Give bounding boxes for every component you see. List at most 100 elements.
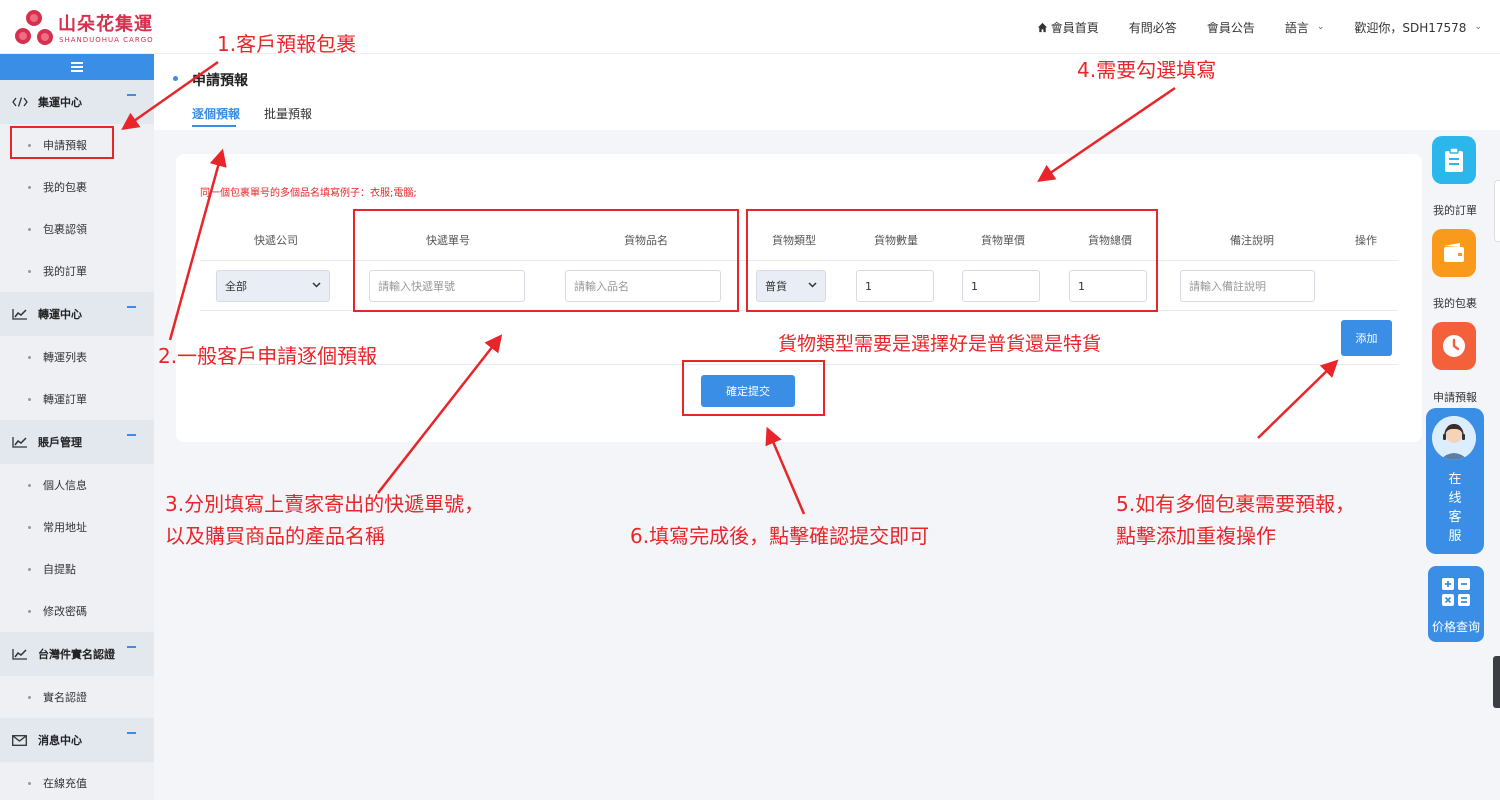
brand-logo[interactable]: 山朵花集運 SHANDUOHUA CARGO xyxy=(12,6,162,50)
form-hint: 同一個包裹單号的多個品名填寫例子：衣服;電腦; xyxy=(200,188,417,199)
header-courier: 快遞公司 xyxy=(254,234,298,247)
sidebar-item-label: 轉運列表 xyxy=(43,351,87,364)
nav-announcements[interactable]: 會員公告 xyxy=(1207,19,1255,36)
courier-select-value: 全部 xyxy=(225,280,247,293)
sidebar-section-taiwan-id[interactable]: 台灣件實名認證 xyxy=(0,632,154,676)
online-service-label: 在 线 客 服 xyxy=(1426,470,1484,546)
side-drawer-tab[interactable] xyxy=(1494,180,1500,242)
sidebar-item-label: 自提點 xyxy=(43,563,76,576)
float-my-orders-label: 我的訂單 xyxy=(1433,204,1477,217)
sidebar-item-transfer-orders[interactable]: 轉運訂單 xyxy=(0,378,154,420)
service-char: 在 xyxy=(1448,472,1462,487)
mail-icon xyxy=(12,734,30,746)
side-widget-handle[interactable] xyxy=(1493,656,1500,708)
sidebar: 集運中心 申請預報 我的包裹 包裹認領 我的訂單 轉運中心 轉運列表 轉運訂單 … xyxy=(0,54,154,800)
collapse-icon[interactable] xyxy=(127,646,136,648)
sidebar-item-transfer-list[interactable]: 轉運列表 xyxy=(0,336,154,378)
tab-single-forecast[interactable]: 逐個預報 xyxy=(192,105,240,127)
add-row-button[interactable]: 添加 xyxy=(1341,320,1392,356)
bullet-icon xyxy=(28,355,31,359)
bullet-icon xyxy=(28,567,31,571)
sidebar-section-consolidation[interactable]: 集運中心 xyxy=(0,80,154,124)
annotation-box xyxy=(10,126,114,159)
nav-language[interactable]: 語言 ⌄ xyxy=(1285,19,1325,36)
brand-name-en: SHANDUOHUA CARGO xyxy=(59,36,154,44)
bullet-icon xyxy=(28,695,31,699)
annotation-step-3-line1: 3.分別填寫上賣家寄出的快遞單號， xyxy=(165,492,485,516)
sidebar-item-my-orders[interactable]: 我的訂單 xyxy=(0,250,154,292)
service-char: 客 xyxy=(1448,510,1462,525)
sidebar-item-change-password[interactable]: 修改密碼 xyxy=(0,590,154,632)
note-input[interactable]: 請輸入備註說明 xyxy=(1180,270,1315,302)
sidebar-item-profile[interactable]: 個人信息 xyxy=(0,464,154,506)
sidebar-item-my-packages[interactable]: 我的包裹 xyxy=(0,166,154,208)
sidebar-section-label: 賬戶管理 xyxy=(38,436,82,449)
bullet-icon xyxy=(28,397,31,401)
chart-line-icon xyxy=(12,308,30,320)
sidebar-section-label: 消息中心 xyxy=(38,734,82,747)
annotation-step-3-line2: 以及購買商品的產品名稱 xyxy=(165,524,385,548)
sidebar-section-label: 台灣件實名認證 xyxy=(38,648,115,661)
sidebar-section-transfer[interactable]: 轉運中心 xyxy=(0,292,154,336)
price-query-label: 价格查询 xyxy=(1431,620,1480,634)
annotation-step-5-line1: 5.如有多個包裹需要預報， xyxy=(1116,492,1356,516)
collapse-icon[interactable] xyxy=(127,94,136,96)
bullet-icon xyxy=(28,609,31,613)
online-service-button[interactable]: 在 线 客 服 xyxy=(1426,408,1484,554)
float-apply-forecast-label: 申請預報 xyxy=(1433,391,1477,404)
chevron-down-icon xyxy=(312,282,321,288)
home-icon xyxy=(1037,22,1047,32)
tab-batch-forecast[interactable]: 批量預報 xyxy=(264,105,312,122)
annotation-step-5-line2: 點擊添加重複操作 xyxy=(1116,524,1276,548)
collapse-icon[interactable] xyxy=(127,434,136,436)
sidebar-item-label: 轉運訂單 xyxy=(43,393,87,406)
bullet-icon xyxy=(28,185,31,189)
float-my-packages-button[interactable] xyxy=(1432,229,1476,277)
chevron-down-icon: ⌄ xyxy=(1474,22,1482,32)
bullet-icon xyxy=(28,483,31,487)
nav-member-home[interactable]: 會員首頁 xyxy=(1037,19,1099,36)
float-apply-forecast-button[interactable] xyxy=(1432,322,1476,370)
tab-label: 批量預報 xyxy=(264,107,313,121)
arrow-step-6 xyxy=(765,426,806,515)
float-my-orders-button[interactable] xyxy=(1432,136,1476,184)
calculator-icon xyxy=(1442,578,1470,606)
sidebar-item-label: 個人信息 xyxy=(43,479,87,492)
collapse-icon[interactable] xyxy=(127,306,136,308)
sidebar-toggle[interactable] xyxy=(0,54,154,80)
user-greeting: 歡迎你，SDH17578 xyxy=(1354,20,1467,35)
service-char: 线 xyxy=(1448,491,1462,506)
code-icon xyxy=(12,97,30,107)
sidebar-item-label: 我的包裹 xyxy=(43,181,87,194)
chevron-down-icon: ⌄ xyxy=(1316,22,1325,32)
sidebar-item-real-name[interactable]: 實名認證 xyxy=(0,676,154,718)
sidebar-item-label: 我的訂單 xyxy=(43,265,87,278)
annotation-step-2: 2.一般客戶申請逐個預報 xyxy=(158,344,378,368)
bullet-icon xyxy=(28,227,31,231)
page-title: 申請預報 xyxy=(192,73,248,89)
annotation-box-tracking-product xyxy=(353,209,739,312)
active-tab-indicator xyxy=(192,125,236,127)
sidebar-item-addresses[interactable]: 常用地址 xyxy=(0,506,154,548)
sidebar-item-label: 包裹認領 xyxy=(43,223,87,236)
sidebar-section-messages[interactable]: 消息中心 xyxy=(0,718,154,762)
sidebar-section-account[interactable]: 賬戶管理 xyxy=(0,420,154,464)
sidebar-item-recharge[interactable]: 在線充值 xyxy=(0,762,154,800)
brand-name: 山朵花集運 xyxy=(58,14,153,35)
nav-faq[interactable]: 有問必答 xyxy=(1129,19,1177,36)
sidebar-section-label: 轉運中心 xyxy=(38,308,82,321)
sidebar-item-label: 在線充值 xyxy=(43,777,87,790)
collapse-icon[interactable] xyxy=(127,732,136,734)
bullet-icon xyxy=(28,269,31,273)
sidebar-item-pickup-points[interactable]: 自提點 xyxy=(0,548,154,590)
nav-member-home-label: 會員首頁 xyxy=(1050,20,1099,35)
page-header: 申請預報 逐個預報 批量預報 xyxy=(154,54,1500,130)
annotation-box-submit xyxy=(682,360,825,416)
annotation-step-4: 4.需要勾選填寫 xyxy=(1077,58,1217,82)
sidebar-item-package-claim[interactable]: 包裹認領 xyxy=(0,208,154,250)
price-query-button[interactable]: 价格查询 xyxy=(1428,566,1484,642)
nav-user-menu[interactable]: 歡迎你，SDH17578 ⌄ xyxy=(1354,19,1482,36)
courier-select[interactable]: 全部 xyxy=(216,270,330,302)
note-placeholder: 請輸入備註說明 xyxy=(1189,280,1266,293)
sidebar-item-apply-forecast[interactable]: 申請預報 xyxy=(0,124,154,166)
